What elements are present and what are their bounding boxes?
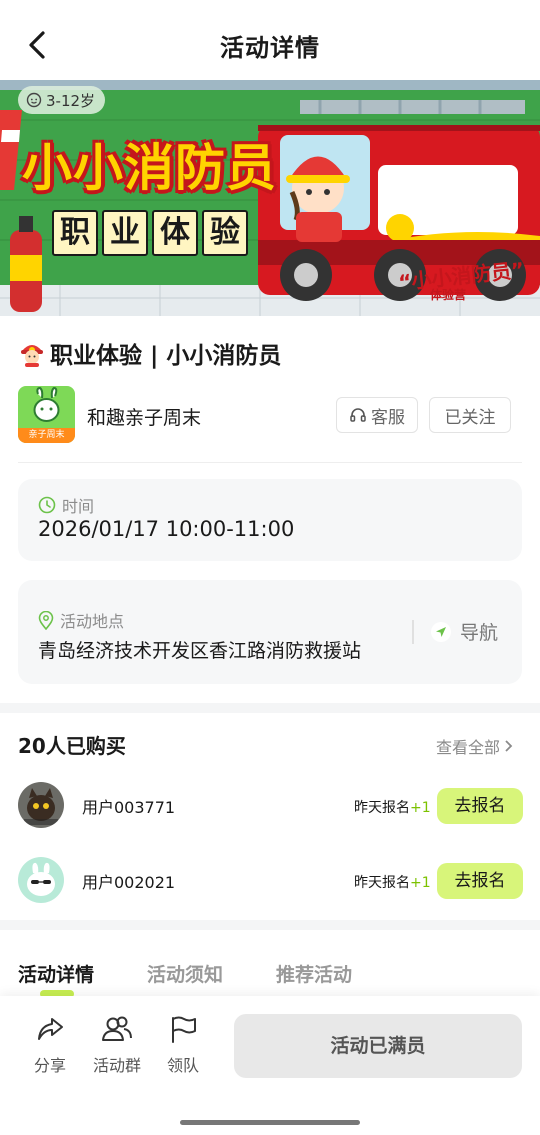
home-indicator xyxy=(180,1120,360,1125)
location-value: 青岛经济技术开发区香江路消防救援站 xyxy=(38,640,362,662)
buyer-row: 用户003771 昨天报名+1 去报名 xyxy=(18,782,523,830)
navigation-arrow-icon xyxy=(431,621,451,642)
team-lead-label: 领队 xyxy=(166,1056,199,1075)
buyer-note-plus: +1 xyxy=(410,800,431,816)
location-label: 活动地点 xyxy=(38,608,124,632)
section-gap xyxy=(0,920,540,930)
bottom-action-bar: 分享 活动群 领队 活动已满员 xyxy=(0,996,540,1135)
headset-icon xyxy=(350,408,366,422)
avatar xyxy=(18,857,64,903)
age-range-text: 3-12岁 xyxy=(46,91,96,110)
follow-button[interactable]: 已关注 xyxy=(429,397,511,433)
flag-icon xyxy=(172,1016,196,1043)
buyer-signup-note: 昨天报名+1 xyxy=(354,797,431,817)
buyer-note-plus: +1 xyxy=(410,875,431,891)
location-card[interactable]: 活动地点 青岛经济技术开发区香江路消防救援站 导航 xyxy=(18,580,522,684)
time-label-text: 时间 xyxy=(62,497,95,516)
divider xyxy=(18,462,522,463)
share-icon xyxy=(38,1018,63,1040)
detail-tabs: 活动详情 活动须知 推荐活动 xyxy=(18,960,522,1000)
truck-slogan-sub: 体验营 xyxy=(430,288,467,302)
banner-title: 小小消防员 xyxy=(22,139,277,197)
location-label-text: 活动地点 xyxy=(60,612,125,631)
view-all-link[interactable]: 查看全部 xyxy=(436,734,514,758)
share-label: 分享 xyxy=(33,1056,66,1075)
activity-full-button[interactable]: 活动已满员 xyxy=(234,1014,522,1078)
banner-subtitle-char: 验 xyxy=(202,210,248,256)
clock-icon xyxy=(38,496,56,514)
share-button[interactable]: 分享 xyxy=(30,1014,70,1076)
buyer-name: 用户002021 xyxy=(82,873,176,892)
time-card: 时间 2026/01/17 10:00-11:00 xyxy=(18,479,522,561)
customer-service-button[interactable]: 客服 xyxy=(336,397,418,433)
buyer-name: 用户003771 xyxy=(82,798,176,817)
go-signup-button[interactable]: 去报名 xyxy=(437,788,523,824)
firefighter-emoji-icon xyxy=(21,345,43,367)
organizer-name[interactable]: 和趣亲子周末 xyxy=(87,403,201,430)
top-bar: 活动详情 xyxy=(0,0,540,88)
navigate-label: 导航 xyxy=(460,622,499,644)
follow-label: 已关注 xyxy=(444,407,496,428)
customer-service-label: 客服 xyxy=(371,407,405,428)
organizer-row: 亲子周末 和趣亲子周末 客服 已关注 xyxy=(18,386,522,444)
buyer-signup-note: 昨天报名+1 xyxy=(354,872,431,892)
time-value: 2026/01/17 10:00-11:00 xyxy=(38,517,295,541)
activity-title: 职业体验 | 小小消防员 xyxy=(18,336,281,370)
view-all-label: 查看全部 xyxy=(436,738,501,757)
page-title: 活动详情 xyxy=(220,34,320,62)
buyers-count-title: 20人已购买 xyxy=(18,734,126,758)
buyer-note-text: 昨天报名 xyxy=(354,875,410,891)
team-lead-button[interactable]: 领队 xyxy=(162,1014,204,1076)
child-face-icon xyxy=(26,92,42,108)
navigate-button[interactable]: 导航 xyxy=(430,618,498,645)
section-gap xyxy=(0,703,540,713)
buyer-note-text: 昨天报名 xyxy=(354,800,410,816)
nav-separator xyxy=(412,620,414,644)
tab-activity-details[interactable]: 活动详情 xyxy=(18,960,94,987)
tab-activity-notice[interactable]: 活动须知 xyxy=(147,960,223,987)
buyer-row: 用户002021 昨天报名+1 去报名 xyxy=(18,857,523,905)
time-label: 时间 xyxy=(38,493,94,517)
location-pin-icon xyxy=(38,610,54,630)
organizer-logo[interactable]: 亲子周末 xyxy=(18,386,75,443)
go-signup-button[interactable]: 去报名 xyxy=(437,863,523,899)
age-badge: 3-12岁 xyxy=(18,86,106,114)
chevron-right-icon xyxy=(505,740,513,752)
activity-group-label: 活动群 xyxy=(92,1056,141,1075)
banner-subtitle-char: 职 xyxy=(52,210,98,256)
activity-title-text: 职业体验 | 小小消防员 xyxy=(50,343,282,369)
group-users-icon xyxy=(102,1016,132,1041)
banner-subtitle-char: 业 xyxy=(102,210,148,256)
banner-subtitle: 职 业 体 验 xyxy=(52,210,248,256)
banner-subtitle-char: 体 xyxy=(152,210,198,256)
activity-group-button[interactable]: 活动群 xyxy=(88,1014,146,1076)
bunny-logo-icon xyxy=(33,386,60,422)
tab-recommended[interactable]: 推荐活动 xyxy=(276,960,352,987)
organizer-logo-tag: 亲子周末 xyxy=(18,428,75,443)
avatar xyxy=(18,782,64,828)
